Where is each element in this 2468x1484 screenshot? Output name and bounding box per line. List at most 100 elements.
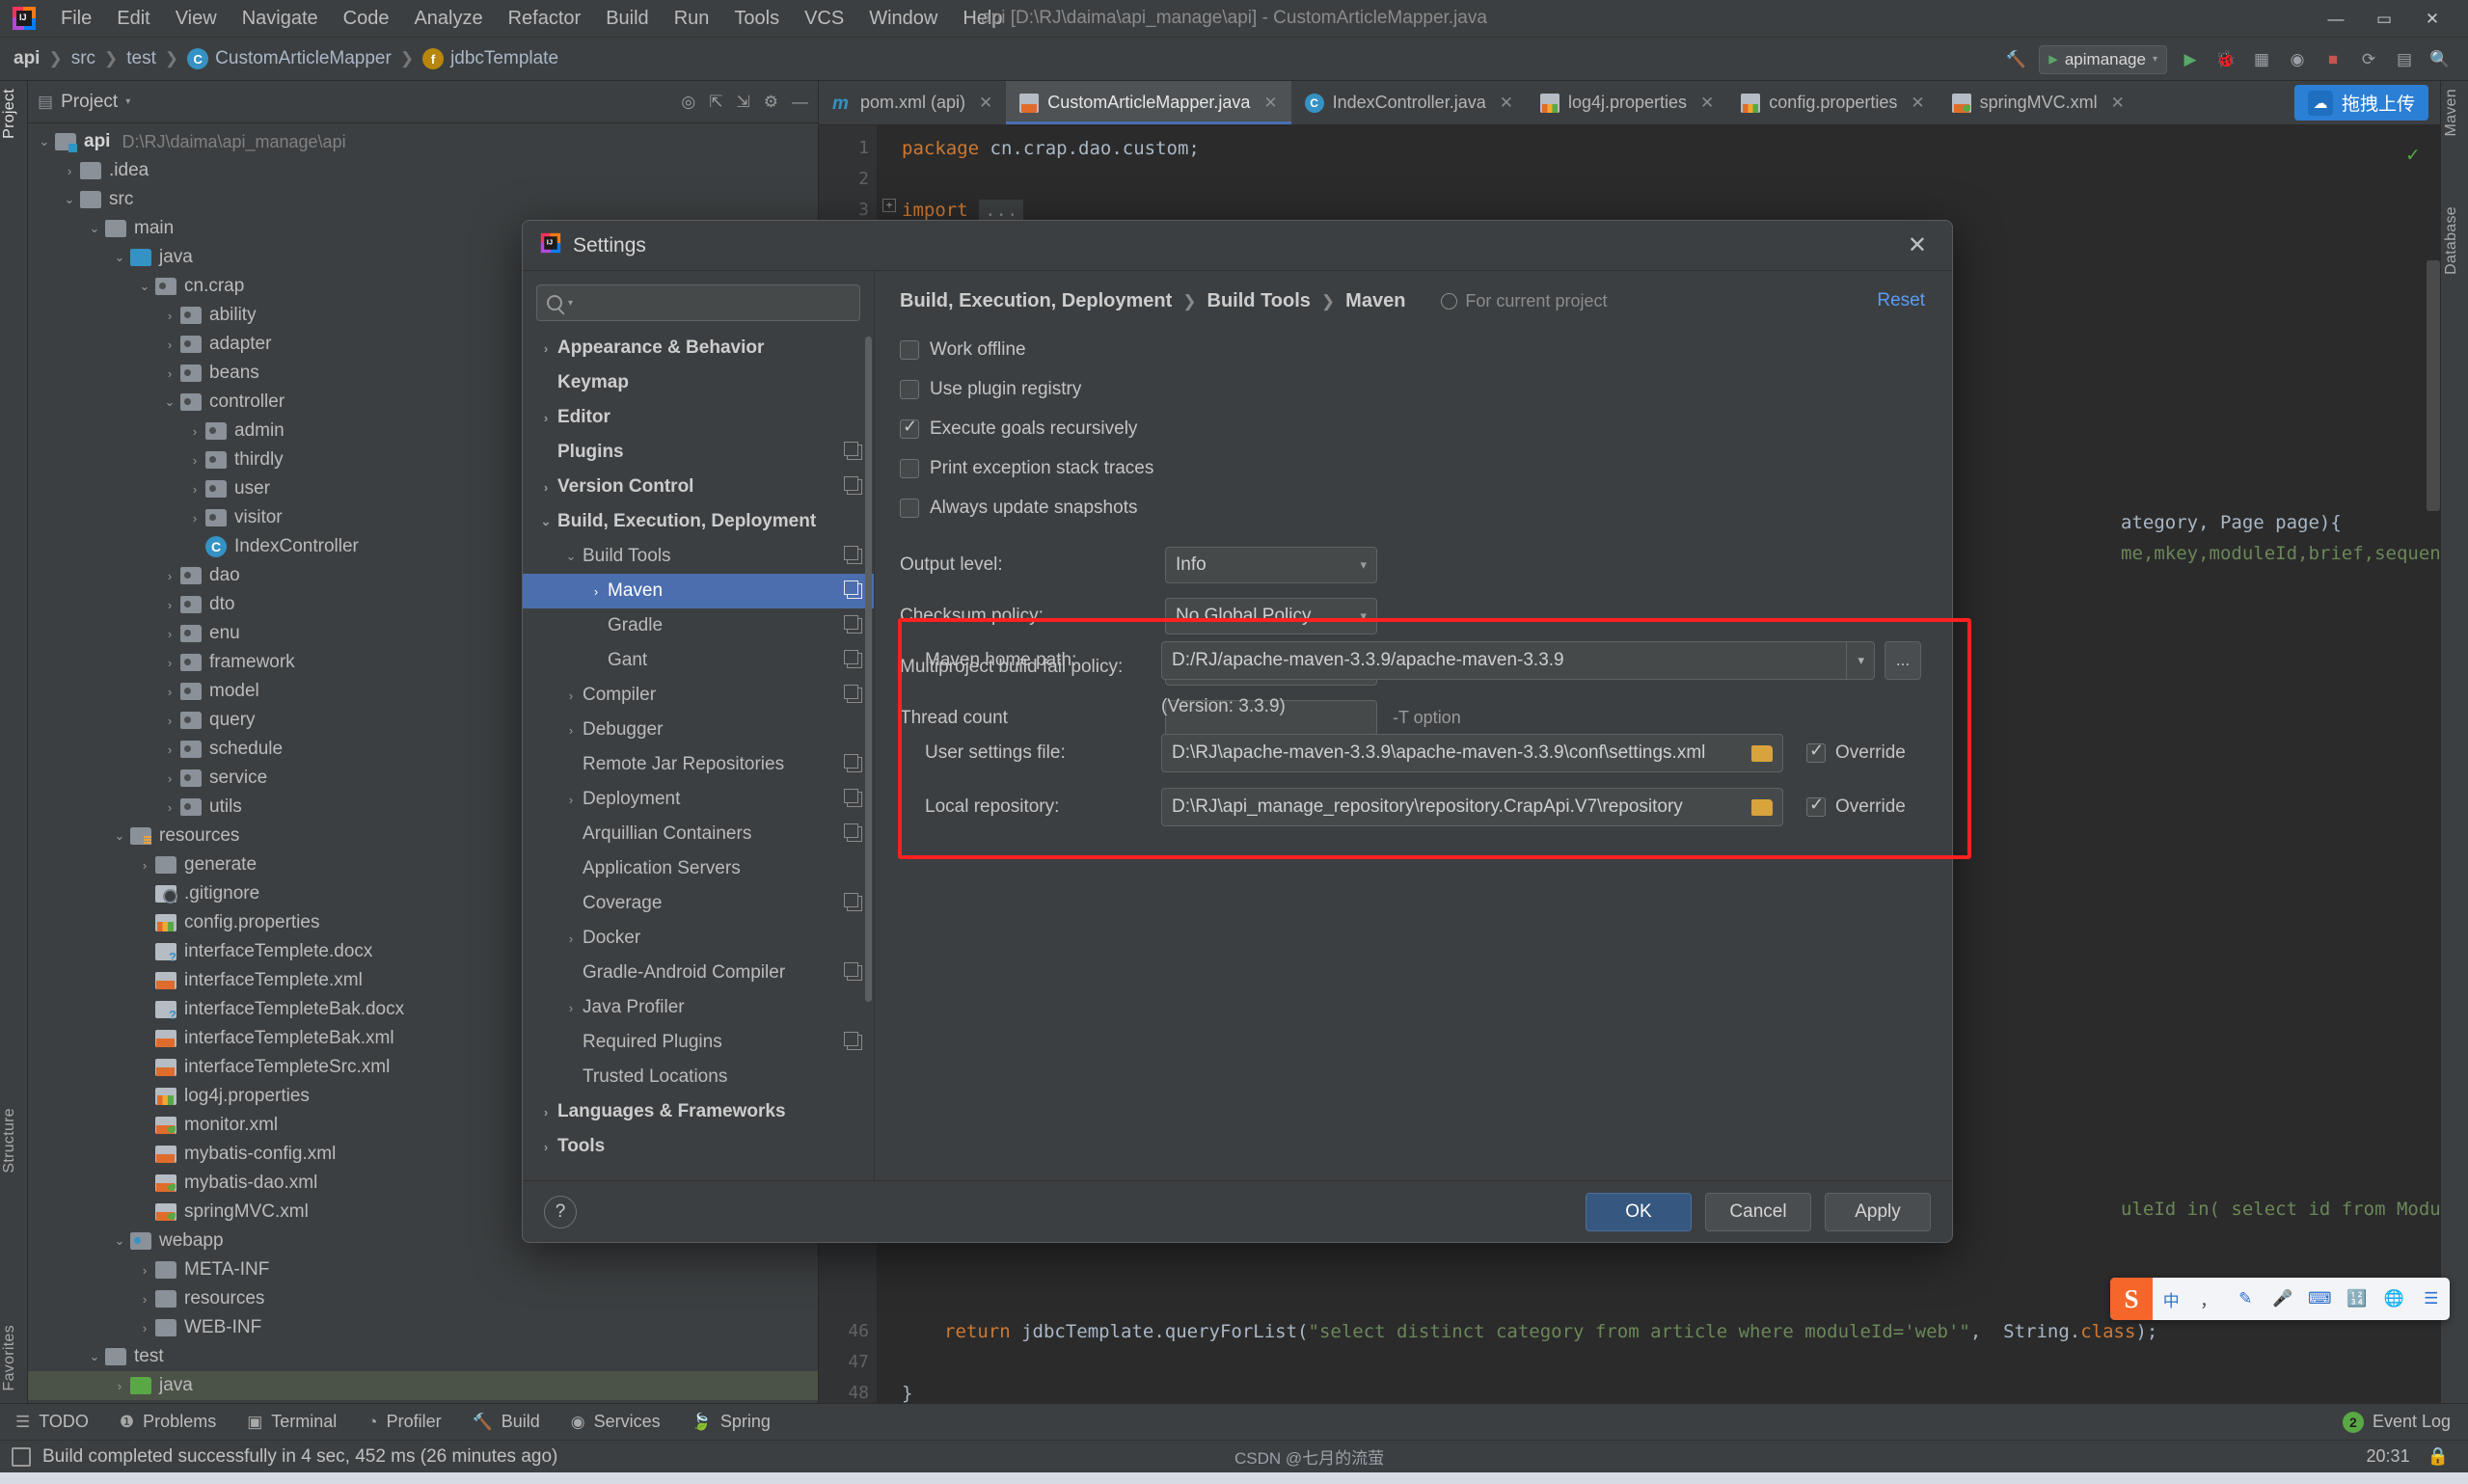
chevron-right-icon[interactable]: › (559, 688, 583, 703)
project-tree-row[interactable]: › resources (28, 1284, 818, 1313)
sidebar-tab-project[interactable]: Project (1, 89, 18, 139)
chevron-right-icon[interactable]: › (59, 164, 80, 178)
chevron-right-icon[interactable]: › (159, 569, 180, 583)
chevron-right-icon[interactable]: › (134, 1292, 155, 1307)
settings-tree-item-trusted-locations[interactable]: Trusted Locations (523, 1060, 874, 1094)
chevron-down-icon[interactable]: ▾ (1846, 642, 1864, 679)
checkbox-print-exception-stack-traces[interactable] (900, 458, 919, 478)
folder-icon[interactable] (1751, 744, 1773, 762)
chevron-down-icon[interactable]: ▾ (1360, 557, 1367, 573)
sidebar-tab-database[interactable]: Database (2443, 206, 2460, 275)
settings-search-box[interactable]: ▾ (536, 284, 860, 321)
settings-tree-item-tools[interactable]: › Tools (523, 1129, 874, 1155)
chevron-right-icon[interactable]: › (159, 337, 180, 352)
close-icon[interactable]: ✕ (979, 94, 992, 113)
select-output-level[interactable]: Info ▾ (1165, 546, 1377, 583)
menu-build[interactable]: Build (593, 4, 661, 34)
chevron-down-icon[interactable]: ⌄ (34, 134, 55, 149)
tool-window-services[interactable]: ◉ Services (556, 1412, 676, 1432)
maven-checkbox-row[interactable]: Execute goals recursively (900, 409, 1927, 448)
tool-window-build[interactable]: 🔨 Build (457, 1412, 556, 1432)
chevron-right-icon[interactable]: › (134, 858, 155, 873)
settings-tree-item-java-profiler[interactable]: › Java Profiler (523, 990, 874, 1025)
settings-tree-item-plugins[interactable]: Plugins (523, 435, 874, 470)
minimize-button[interactable]: — (2312, 0, 2360, 38)
settings-tree-item-version-control[interactable]: › Version Control (523, 470, 874, 504)
chevron-down-icon[interactable]: ⌄ (84, 1349, 105, 1364)
layout-icon[interactable]: ▤ (2392, 47, 2417, 72)
breadcrumb-src[interactable]: src (71, 48, 95, 69)
menu-navigate[interactable]: Navigate (230, 4, 331, 34)
maven-checkbox-row[interactable]: Work offline (900, 330, 1927, 369)
settings-tree-item-arquillian-containers[interactable]: Arquillian Containers (523, 817, 874, 851)
run-button[interactable]: ▶ (2178, 47, 2203, 72)
checkbox-execute-goals-recursively[interactable] (900, 417, 919, 439)
editor-tab[interactable]: config.properties ✕ (1727, 81, 1938, 124)
chevron-right-icon[interactable]: › (159, 685, 180, 699)
upload-button[interactable]: ☁ 拖拽上传 (2293, 85, 2428, 121)
maven-home-combobox[interactable]: D:/RJ/apache-maven-3.3.9/apache-maven-3.… (1161, 641, 1875, 680)
chevron-down-icon[interactable]: ⌄ (134, 279, 155, 294)
settings-tree-item-coverage[interactable]: Coverage (523, 886, 874, 921)
ime-punctuation[interactable]: ， (2190, 1287, 2228, 1311)
chevron-down-icon[interactable]: ⌄ (559, 549, 583, 564)
settings-tree-item-gradle-android-compiler[interactable]: Gradle-Android Compiler (523, 956, 874, 990)
chevron-right-icon[interactable]: › (159, 366, 180, 381)
project-tree-row[interactable]: ⌄ api D:\RJ\daima\api_manage\api (28, 127, 818, 156)
settings-tree-item-deployment[interactable]: › Deployment (523, 782, 874, 817)
settings-close-icon[interactable]: ✕ (1900, 229, 1935, 261)
maven-checkbox-row[interactable]: Use plugin registry (900, 369, 1927, 409)
coverage-button[interactable]: ▦ (2249, 47, 2274, 72)
chevron-right-icon[interactable]: › (159, 714, 180, 728)
local-repository-input[interactable]: D:\RJ\api_manage_repository\repository.C… (1161, 788, 1783, 826)
gear-icon[interactable]: ⚙ (764, 93, 778, 112)
user-settings-override[interactable]: Override (1806, 741, 1906, 764)
project-tree-row[interactable]: › META-INF (28, 1255, 818, 1284)
tool-window-spring[interactable]: 🍃 Spring (676, 1412, 786, 1432)
menu-refactor[interactable]: Refactor (496, 4, 594, 34)
ime-chinese-mode[interactable]: 中 (2153, 1287, 2190, 1311)
settings-tree-item-build-execution-deployment[interactable]: ⌄ Build, Execution, Deployment (523, 504, 874, 539)
settings-tree-item-gradle[interactable]: Gradle (523, 608, 874, 643)
ime-keyboard-icon[interactable]: ⌨ (2301, 1289, 2339, 1309)
ok-button[interactable]: OK (1586, 1192, 1692, 1231)
collapse-all-icon[interactable]: ⇲ (737, 93, 750, 112)
maven-checkbox-row[interactable]: Print exception stack traces (900, 448, 1927, 488)
menu-file[interactable]: File (48, 4, 104, 34)
close-icon[interactable]: ✕ (1263, 94, 1277, 113)
settings-tree-item-debugger[interactable]: › Debugger (523, 713, 874, 747)
settings-tree-item-application-servers[interactable]: Application Servers (523, 851, 874, 886)
chevron-right-icon[interactable]: › (159, 800, 180, 815)
breadcrumb-api[interactable]: api (14, 48, 40, 69)
user-settings-input[interactable]: D:\RJ\apache-maven-3.3.9\apache-maven-3.… (1161, 734, 1783, 772)
chevron-right-icon[interactable]: › (134, 1263, 155, 1278)
chevron-right-icon[interactable]: › (559, 793, 583, 807)
expand-all-icon[interactable]: ⇱ (709, 93, 722, 112)
menu-edit[interactable]: Edit (104, 4, 162, 34)
chevron-right-icon[interactable]: › (534, 411, 557, 425)
menu-view[interactable]: View (163, 4, 230, 34)
checkbox-work-offline[interactable] (900, 339, 919, 360)
close-icon[interactable]: ✕ (1911, 94, 1924, 113)
cancel-button[interactable]: Cancel (1705, 1192, 1811, 1231)
maximize-button[interactable]: ▭ (2360, 0, 2408, 38)
checkbox-always-update-snapshots[interactable] (900, 498, 919, 518)
settings-tree-item-editor[interactable]: › Editor (523, 400, 874, 435)
settings-tree-item-languages-frameworks[interactable]: › Languages & Frameworks (523, 1094, 874, 1129)
local-repository-override[interactable]: Override (1806, 795, 1906, 818)
run-configuration-selector[interactable]: ▸ apimanage ▾ (2039, 44, 2167, 74)
chevron-right-icon[interactable]: › (184, 511, 205, 526)
folder-icon[interactable] (1751, 798, 1773, 816)
editor-tab[interactable]: springMVC.xml ✕ (1939, 81, 2138, 124)
sync-icon[interactable]: ⟳ (2356, 47, 2381, 72)
breadcrumb-class[interactable]: C CustomArticleMapper (187, 48, 392, 69)
search-everywhere-icon[interactable]: 🔍 (2427, 47, 2453, 72)
chevron-down-icon[interactable]: ▾ (125, 96, 130, 107)
override-checkbox[interactable] (1806, 795, 1826, 817)
chevron-down-icon[interactable]: ⌄ (84, 221, 105, 236)
editor-tab[interactable]: m pom.xml (api) ✕ (819, 81, 1006, 124)
chevron-right-icon[interactable]: › (534, 1140, 557, 1154)
chevron-right-icon[interactable]: › (159, 742, 180, 757)
project-tree-row[interactable]: › java (28, 1371, 818, 1400)
editor-tab[interactable]: log4j.properties ✕ (1527, 81, 1727, 124)
